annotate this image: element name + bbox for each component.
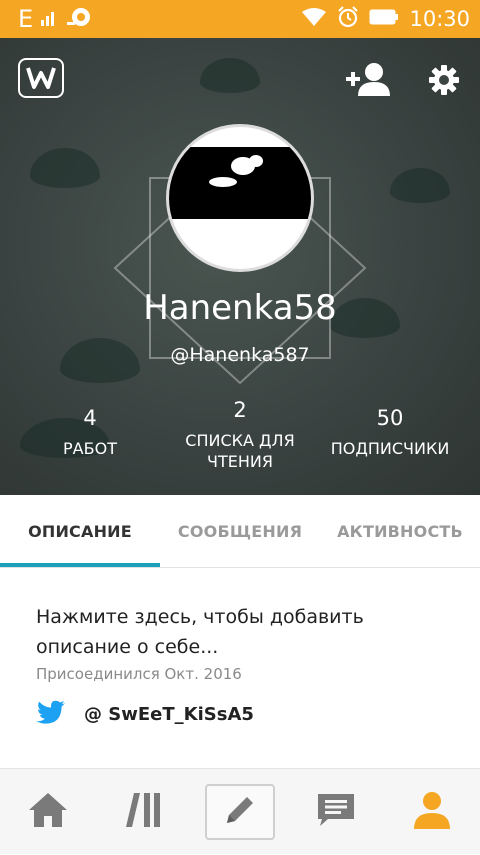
library-icon — [124, 792, 164, 832]
nav-messages[interactable] — [288, 769, 384, 855]
stat-value: 50 — [376, 406, 404, 430]
stat-label: СПИСКА ДЛЯ ЧТЕНИЯ — [185, 431, 295, 471]
alarm-icon — [337, 6, 359, 32]
messages-icon — [316, 792, 356, 832]
background-leaf — [200, 58, 260, 93]
avatar[interactable] — [166, 124, 314, 272]
nav-home[interactable] — [0, 769, 96, 855]
profile-icon — [412, 791, 452, 833]
signal-icon — [41, 8, 59, 30]
nav-write[interactable] — [192, 769, 288, 855]
profile-tabs: ОПИСАНИЕ СООБЩЕНИЯ АКТИВНОСТЬ — [0, 495, 480, 568]
bottom-navigation — [0, 768, 480, 854]
stat-reading-lists[interactable]: 2 СПИСКА ДЛЯ ЧТЕНИЯ — [175, 398, 305, 472]
status-bar: E 10:30 — [0, 0, 480, 38]
twitter-icon — [36, 700, 66, 728]
stat-label: РАБОТ — [63, 439, 117, 458]
tab-activity[interactable]: АКТИВНОСТЬ — [320, 495, 480, 567]
stat-followers[interactable]: 50 ПОДПИСЧИКИ — [320, 406, 460, 459]
joined-date: Присоединился Окт. 2016 — [36, 665, 242, 683]
write-button[interactable] — [205, 784, 275, 840]
tab-indicator — [0, 563, 160, 567]
home-icon — [28, 792, 68, 832]
notification-icon — [67, 6, 93, 32]
username: @Hanenka587 — [170, 344, 310, 366]
carrier-indicator: E — [18, 5, 34, 33]
stat-label: ПОДПИСЧИКИ — [330, 439, 450, 458]
background-leaf — [30, 148, 100, 188]
profile-header: Hanenka58 @Hanenka587 4 РАБОТ 2 СПИСКА Д… — [0, 38, 480, 495]
clock: 10:30 — [409, 7, 470, 31]
nav-profile[interactable] — [384, 769, 480, 855]
stat-value: 4 — [83, 406, 97, 430]
display-name: Hanenka58 — [143, 288, 337, 328]
background-leaf — [390, 168, 450, 203]
description-prompt[interactable]: Нажмите здесь, чтобы добавить описание о… — [36, 602, 436, 662]
twitter-link[interactable]: @ SwEeT_KiSsA5 — [36, 700, 254, 728]
add-friend-icon[interactable] — [346, 62, 390, 100]
tab-messages[interactable]: СООБЩЕНИЯ — [160, 495, 320, 567]
tab-description[interactable]: ОПИСАНИЕ — [0, 495, 160, 567]
nav-library[interactable] — [96, 769, 192, 855]
settings-icon[interactable] — [428, 64, 460, 100]
write-icon — [223, 793, 257, 831]
stat-works[interactable]: 4 РАБОТ — [40, 406, 140, 459]
stat-value: 2 — [233, 398, 247, 422]
battery-icon — [369, 9, 399, 29]
wattpad-logo-icon[interactable] — [18, 58, 64, 98]
twitter-handle: @ SwEeT_KiSsA5 — [84, 703, 254, 725]
wifi-icon — [301, 7, 327, 31]
